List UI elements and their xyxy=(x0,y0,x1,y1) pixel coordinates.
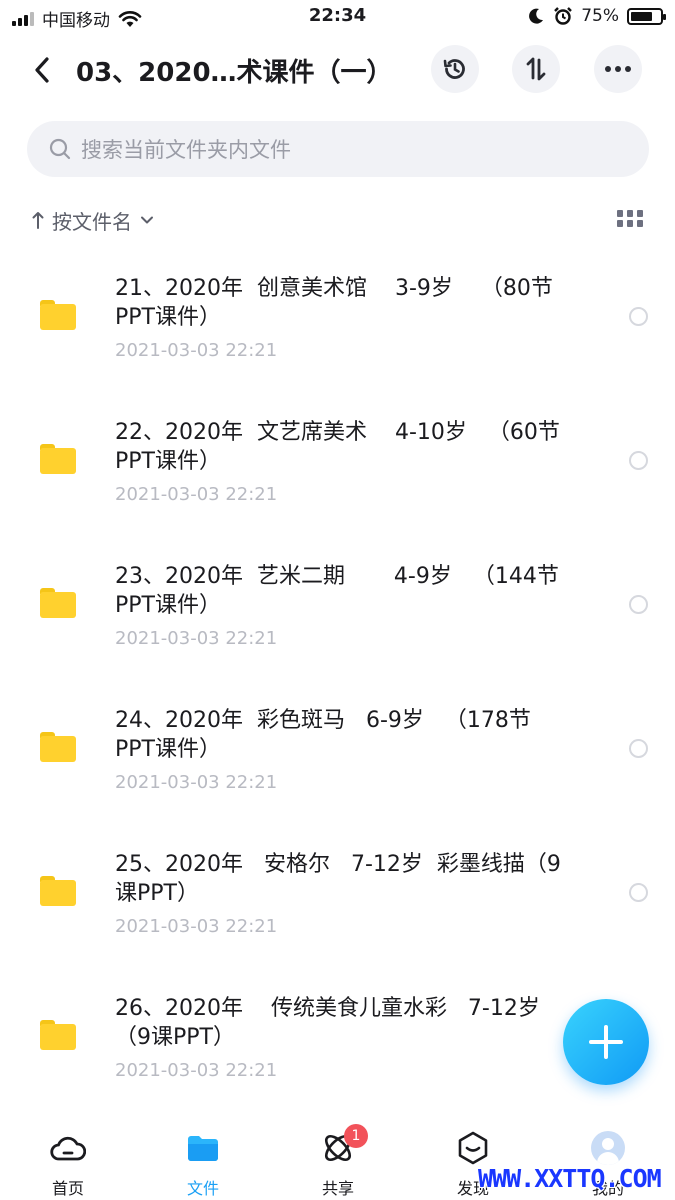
file-name: 22、2020年 文艺席美术 4-10岁 （60节PPT课件） xyxy=(115,420,560,474)
folder-icon xyxy=(40,1020,76,1050)
file-name: 26、2020年 传统美食儿童水彩 7-12岁 （9课PPT） xyxy=(115,996,554,1050)
battery-fill xyxy=(631,11,652,21)
search-icon xyxy=(49,138,71,160)
folder-icon xyxy=(40,732,76,762)
watermark: WWW.XXTTQ.COM xyxy=(478,1164,662,1193)
file-row[interactable]: 25、2020年 安格尔 7-12岁 彩墨线描（9课PPT） 2021-03-03… xyxy=(0,838,675,982)
nav-share[interactable]: 1 共享 xyxy=(288,1116,388,1200)
history-icon xyxy=(443,59,465,79)
file-name: 23、2020年 艺米二期 4-9岁 （144节PPT课件） xyxy=(115,564,559,618)
more-icon xyxy=(605,66,631,72)
back-button[interactable] xyxy=(24,50,60,90)
page-title: 03、2020…术课件（一） xyxy=(76,58,393,88)
more-button[interactable] xyxy=(594,45,642,93)
file-row[interactable]: 23、2020年 艺米二期 4-9岁 （144节PPT课件） 2021-03-03… xyxy=(0,550,675,694)
file-row[interactable]: 22、2020年 文艺席美术 4-10岁 （60节PPT课件） 2021-03-0… xyxy=(0,406,675,550)
file-name: 21、2020年 创意美术馆 3-9岁 （80节PPT课件） xyxy=(115,276,553,330)
status-bar: 中国移动 22:34 75% xyxy=(0,0,675,34)
grid-view-icon[interactable] xyxy=(617,210,643,230)
moon-icon xyxy=(529,8,544,24)
folder-icon xyxy=(185,1130,221,1166)
file-row[interactable]: 24、2020年 彩色斑马 6-9岁 （178节PPT课件） 2021-03-03… xyxy=(0,694,675,838)
battery-percent: 75% xyxy=(581,6,619,26)
sort-button[interactable] xyxy=(512,45,560,93)
header: 03、2020…术课件（一） xyxy=(0,40,675,100)
file-date: 2021-03-03 22:21 xyxy=(115,628,278,649)
sort-icon xyxy=(526,57,546,81)
nav-label-files: 文件 xyxy=(186,1179,219,1198)
back-icon xyxy=(35,57,49,83)
nav-label-home: 首页 xyxy=(51,1179,84,1198)
alarm-icon xyxy=(554,7,573,25)
sort-selector[interactable]: 按文件名 xyxy=(32,204,154,236)
file-name: 25、2020年 安格尔 7-12岁 彩墨线描（9课PPT） xyxy=(115,852,561,906)
sort-arrow-up-icon xyxy=(32,212,44,229)
nav-files[interactable]: 文件 xyxy=(153,1116,253,1200)
search-placeholder: 搜索当前文件夹内文件 xyxy=(81,138,291,162)
select-radio[interactable] xyxy=(629,451,648,470)
share-badge: 1 xyxy=(344,1124,368,1148)
file-date: 2021-03-03 22:21 xyxy=(115,916,278,937)
battery-icon xyxy=(627,7,666,25)
select-radio[interactable] xyxy=(629,883,648,902)
folder-icon xyxy=(40,300,76,330)
avatar xyxy=(590,1130,626,1166)
select-radio[interactable] xyxy=(629,739,648,758)
file-date: 2021-03-03 22:21 xyxy=(115,772,278,793)
history-button[interactable] xyxy=(431,45,479,93)
file-row[interactable]: 21、2020年 创意美术馆 3-9岁 （80节PPT课件） 2021-03-03… xyxy=(0,262,675,406)
sort-label: 按文件名 xyxy=(52,209,132,234)
add-button[interactable] xyxy=(563,999,649,1085)
folder-icon xyxy=(40,588,76,618)
file-date: 2021-03-03 22:21 xyxy=(115,340,278,361)
file-list: 21、2020年 创意美术馆 3-9岁 （80节PPT课件） 2021-03-03… xyxy=(0,262,675,1126)
folder-icon xyxy=(40,444,76,474)
file-date: 2021-03-03 22:21 xyxy=(115,1060,278,1081)
folder-icon xyxy=(40,876,76,906)
select-radio[interactable] xyxy=(629,307,648,326)
plus-icon xyxy=(589,1025,623,1059)
select-radio[interactable] xyxy=(629,595,648,614)
discover-icon xyxy=(455,1130,491,1166)
file-name: 24、2020年 彩色斑马 6-9岁 （178节PPT课件） xyxy=(115,708,531,762)
chevron-down-icon xyxy=(141,216,153,224)
search-input[interactable]: 搜索当前文件夹内文件 xyxy=(27,121,649,177)
file-date: 2021-03-03 22:21 xyxy=(115,484,278,505)
cloud-icon xyxy=(50,1130,86,1166)
nav-label-share: 共享 xyxy=(321,1179,354,1198)
nav-home[interactable]: 首页 xyxy=(18,1116,118,1200)
status-right: 75% xyxy=(527,6,666,26)
